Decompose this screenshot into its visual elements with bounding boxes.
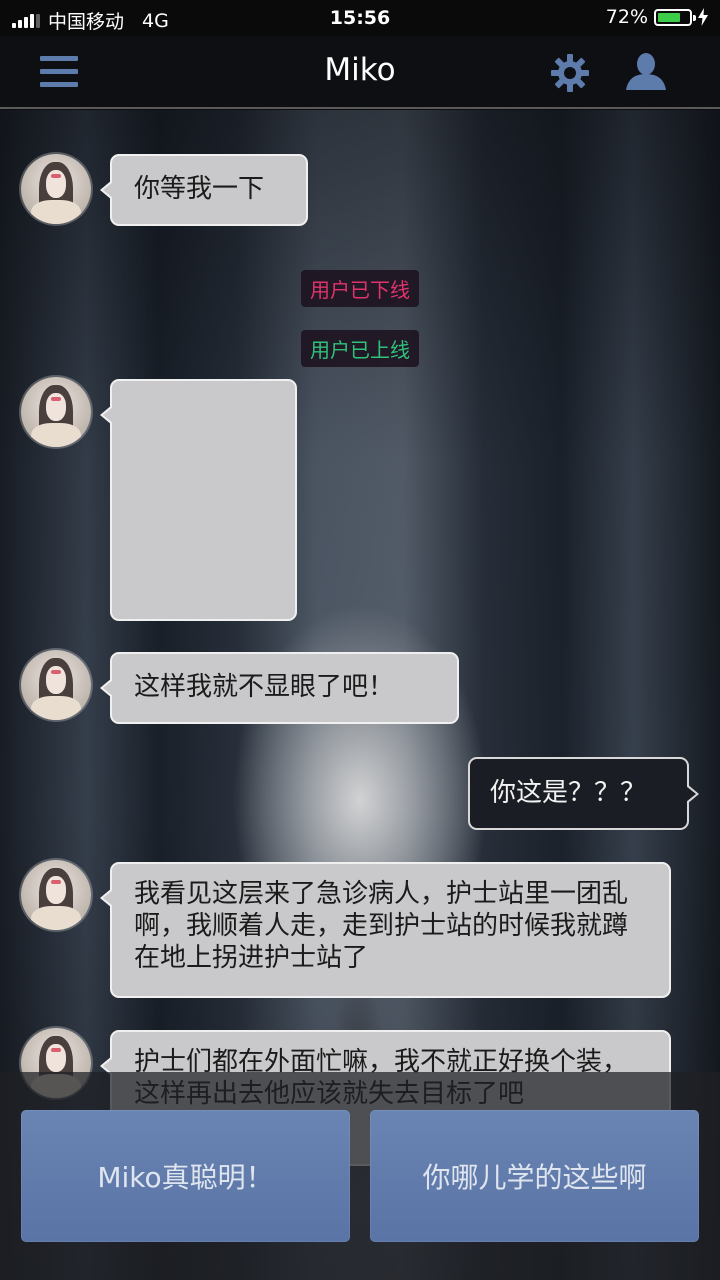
message-bubble[interactable]: 我看见这层来了急诊病人，护士站里一团乱啊，我顺着人走，走到护士站的时候我就蹲在地…: [100, 862, 671, 998]
gear-icon[interactable]: [550, 53, 590, 93]
reply-options-panel: Miko真聪明！ 你哪儿学的这些啊: [0, 1072, 720, 1280]
user-online-notice: 用户已上线: [301, 330, 419, 367]
message-bubble[interactable]: 这样我就不显眼了吧！: [100, 652, 459, 724]
page-title: Miko: [324, 52, 396, 88]
status-bar: 中国移动 4G 15:56 72%: [0, 0, 720, 36]
reply-option-button[interactable]: 你哪儿学的这些啊: [370, 1110, 699, 1242]
message-bubble-image[interactable]: [100, 379, 297, 621]
battery-percent: 72%: [605, 6, 648, 28]
battery-icon: [654, 8, 696, 26]
user-offline-notice: 用户已下线: [301, 270, 419, 307]
avatar[interactable]: [21, 860, 91, 930]
reply-option-button[interactable]: Miko真聪明！: [21, 1110, 350, 1242]
message-bubble-outgoing[interactable]: 你这是？？？: [468, 757, 699, 830]
avatar[interactable]: [21, 154, 91, 224]
avatar[interactable]: [21, 377, 91, 447]
charging-icon: [698, 8, 708, 26]
avatar[interactable]: [21, 650, 91, 720]
message-bubble[interactable]: 你等我一下: [100, 154, 308, 226]
status-right: 72%: [606, 6, 708, 28]
user-icon[interactable]: [624, 52, 668, 92]
nav-bar: Miko: [0, 36, 720, 109]
